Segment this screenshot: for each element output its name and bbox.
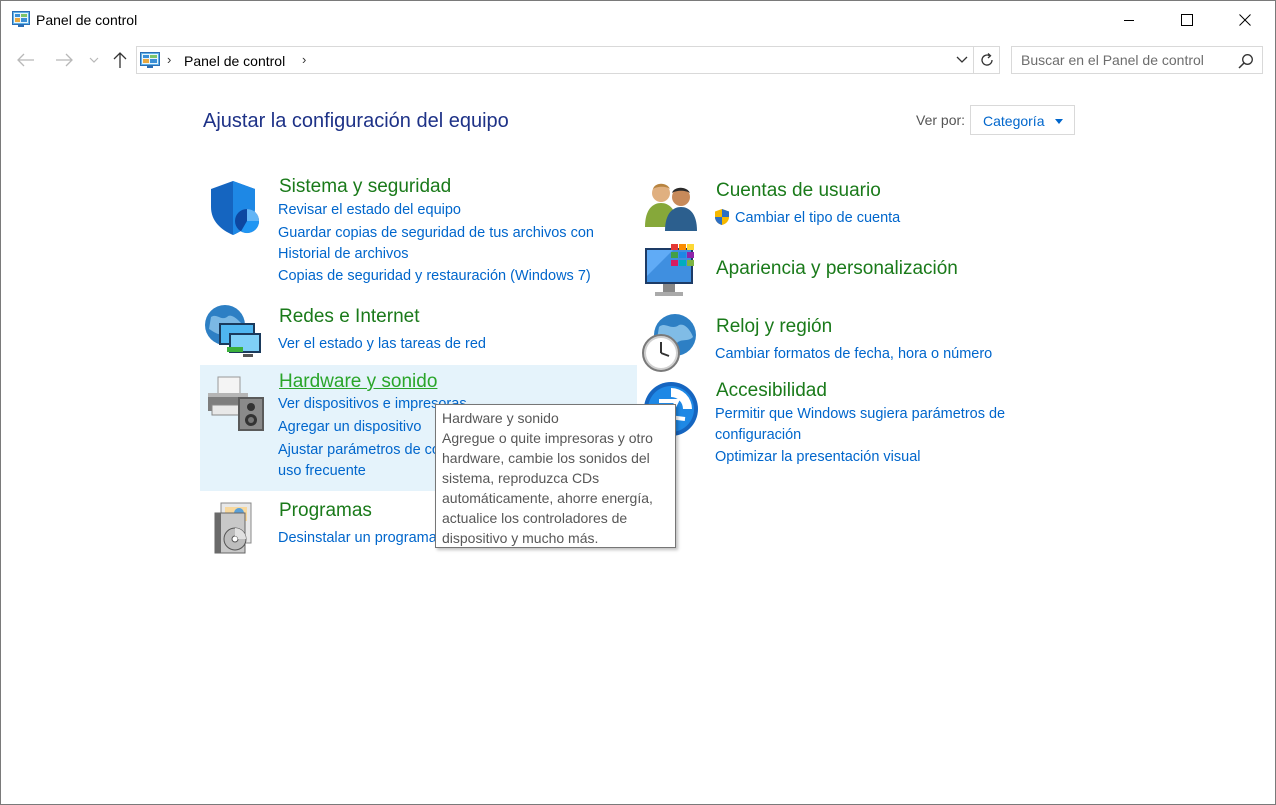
- appearance-monitor-icon[interactable]: [643, 242, 703, 302]
- link-file-history-backup[interactable]: Guardar copias de seguridad de tus archi…: [278, 223, 613, 264]
- recent-locations-chevron-icon[interactable]: [87, 49, 101, 71]
- link-date-time-formats[interactable]: Cambiar formatos de fecha, hora o número: [715, 344, 992, 365]
- address-dropdown-chevron-icon[interactable]: [954, 52, 970, 68]
- category-title-network-internet[interactable]: Redes e Internet: [279, 306, 419, 328]
- link-suggest-settings[interactable]: Permitir que Windows sugiera parámetros …: [715, 404, 1025, 445]
- category-accessibility: Accesibilidad Permitir que Windows sugie…: [639, 373, 1069, 473]
- category-title-hardware-sound[interactable]: Hardware y sonido: [279, 371, 437, 393]
- category-title-user-accounts[interactable]: Cuentas de usuario: [716, 180, 881, 202]
- shield-icon[interactable]: [205, 177, 265, 237]
- page-title: Ajustar la configuración del equipo: [203, 110, 509, 132]
- minimize-button[interactable]: [1100, 1, 1158, 39]
- view-by-value: Categoría: [983, 113, 1045, 129]
- clock-globe-icon[interactable]: [641, 313, 701, 373]
- programs-icon[interactable]: [207, 499, 267, 559]
- control-panel-icon: [140, 52, 160, 68]
- category-title-accessibility[interactable]: Accesibilidad: [716, 380, 827, 402]
- window-title: Panel de control: [36, 12, 138, 28]
- breadcrumb-control-panel[interactable]: Panel de control: [184, 53, 285, 69]
- control-panel-icon: [12, 11, 30, 27]
- link-uninstall-program[interactable]: Desinstalar un programa: [278, 528, 437, 549]
- link-network-status[interactable]: Ver el estado y las tareas de red: [278, 334, 486, 355]
- category-appearance: Apariencia y personalización: [639, 239, 1069, 303]
- up-button[interactable]: [109, 49, 131, 71]
- link-review-status[interactable]: Revisar el estado del equipo: [278, 200, 461, 221]
- link-change-account-type[interactable]: Cambiar el tipo de cuenta: [735, 208, 900, 229]
- uac-shield-icon: [713, 208, 731, 226]
- category-system-security: Sistema y seguridad Revisar el estado de…: [201, 171, 637, 295]
- dropdown-caret-icon: [1055, 119, 1063, 124]
- search-icon[interactable]: [1238, 53, 1254, 69]
- breadcrumb-separator-icon[interactable]: ›: [167, 52, 171, 67]
- tooltip-text: Agregue o quite impresoras y otro hardwa…: [442, 430, 653, 546]
- link-add-device[interactable]: Agregar un dispositivo: [278, 417, 421, 438]
- search-input[interactable]: [1012, 47, 1232, 73]
- category-title-clock-region[interactable]: Reloj y región: [716, 316, 832, 338]
- link-backup-restore-win7[interactable]: Copias de seguridad y restauración (Wind…: [278, 266, 591, 287]
- category-title-appearance[interactable]: Apariencia y personalización: [716, 258, 958, 280]
- category-user-accounts: Cuentas de usuario Cambiar el tipo de cu…: [639, 175, 1069, 235]
- tooltip-hardware-sound: Hardware y sonido Agregue o quite impres…: [435, 404, 676, 548]
- category-network-internet: Redes e Internet Ver el estado y las tar…: [201, 299, 637, 363]
- back-button[interactable]: [15, 49, 37, 71]
- category-title-programs[interactable]: Programas: [279, 500, 372, 522]
- view-by-dropdown[interactable]: Categoría: [970, 105, 1075, 135]
- network-globe-icon[interactable]: [203, 301, 263, 361]
- refresh-button[interactable]: [974, 46, 1000, 74]
- maximize-button[interactable]: [1158, 1, 1216, 39]
- user-accounts-icon[interactable]: [643, 181, 703, 241]
- category-title-system-security[interactable]: Sistema y seguridad: [279, 176, 451, 198]
- title-bar[interactable]: Panel de control: [1, 1, 1275, 39]
- forward-button[interactable]: [53, 49, 75, 71]
- navigation-bar: › Panel de control ›: [1, 41, 1275, 79]
- category-clock-region: Reloj y región Cambiar formatos de fecha…: [639, 307, 1069, 373]
- control-panel-window: Panel de control › Panel de control › Bu…: [0, 0, 1276, 805]
- link-optimize-display[interactable]: Optimizar la presentación visual: [715, 447, 921, 468]
- close-button[interactable]: [1216, 1, 1274, 39]
- view-by-label: Ver por:: [916, 112, 966, 128]
- search-box[interactable]: [1011, 46, 1263, 74]
- breadcrumb-separator-icon[interactable]: ›: [302, 52, 306, 67]
- address-bar[interactable]: › Panel de control ›: [136, 46, 974, 74]
- printer-speaker-icon[interactable]: [204, 375, 264, 435]
- tooltip-title: Hardware y sonido: [442, 410, 559, 426]
